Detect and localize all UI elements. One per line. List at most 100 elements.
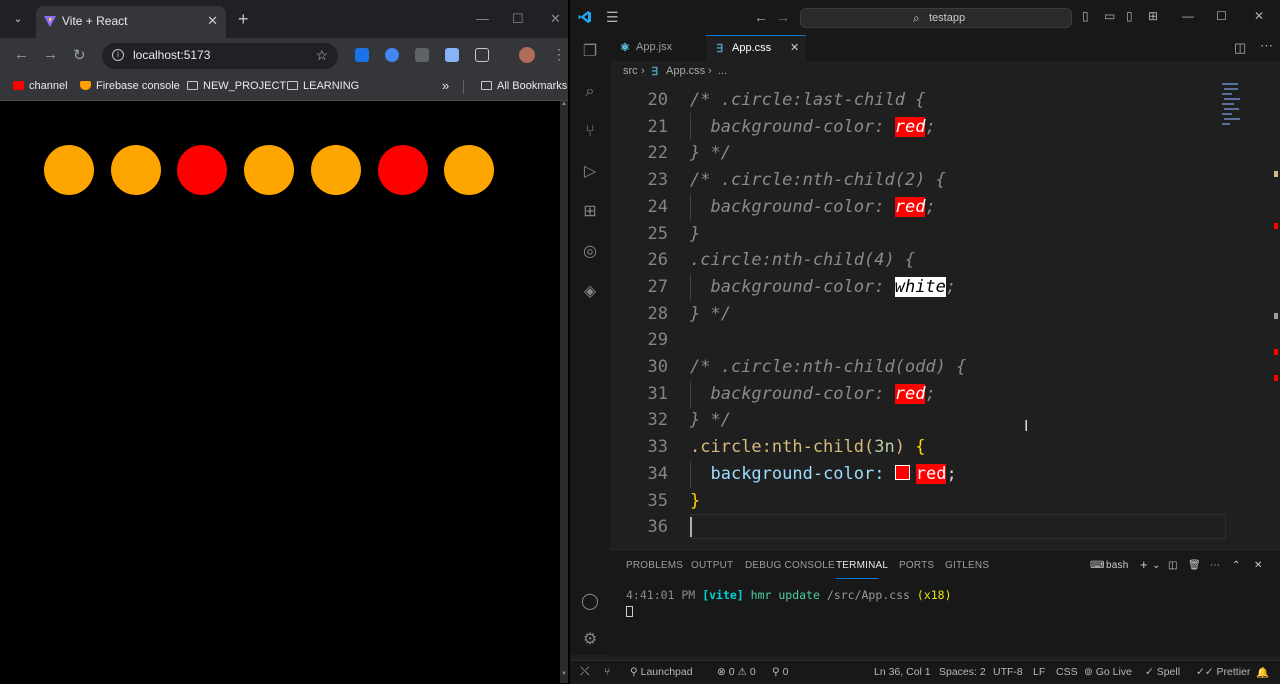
- chevron-down-icon[interactable]: ⌄: [1152, 560, 1161, 571]
- code-line[interactable]: 32} */: [610, 407, 1230, 434]
- code-line[interactable]: 25}: [610, 221, 1230, 248]
- tab-debug-console[interactable]: DEBUG CONSOLE: [745, 560, 835, 571]
- minimize-icon[interactable]: —: [476, 11, 489, 26]
- customize-layout-icon[interactable]: ⊞: [1148, 9, 1158, 23]
- command-center-search[interactable]: ⌕ testapp: [800, 8, 1072, 28]
- search-icon[interactable]: ⌕: [580, 82, 600, 102]
- tab-search-button[interactable]: ⌄: [8, 9, 28, 29]
- ports-status[interactable]: ⚲ 0: [772, 666, 788, 678]
- source-control-icon[interactable]: ⑂: [580, 122, 600, 142]
- run-debug-icon[interactable]: ▷: [580, 162, 600, 182]
- page-scrollbar[interactable]: ▲ ▼: [560, 101, 568, 683]
- tab-terminal[interactable]: TERMINAL: [836, 560, 888, 571]
- new-terminal-icon[interactable]: +: [1140, 557, 1148, 572]
- extensions-puzzle-icon[interactable]: [475, 48, 489, 62]
- account-icon[interactable]: ◯: [580, 592, 600, 612]
- notifications-bell-icon[interactable]: 🔔: [1256, 666, 1269, 679]
- breadcrumb-file[interactable]: App.css: [666, 65, 705, 77]
- more-bookmarks-icon[interactable]: »: [442, 78, 449, 93]
- new-tab-button[interactable]: +: [238, 9, 249, 29]
- toggle-sidebar-icon[interactable]: ▯: [1082, 9, 1089, 23]
- bookmark-learning[interactable]: LEARNING: [287, 80, 359, 92]
- scroll-down-icon[interactable]: ▼: [560, 671, 568, 679]
- eol-status[interactable]: LF: [1033, 666, 1045, 678]
- scroll-up-icon[interactable]: ▲: [560, 101, 568, 109]
- code-line[interactable]: 30 /* .circle:nth-child(odd) {: [610, 354, 1230, 381]
- problems-status[interactable]: ⊗ 0 ⚠ 0: [717, 666, 756, 678]
- split-terminal-icon[interactable]: ◫: [1168, 560, 1178, 571]
- code-line[interactable]: 35}: [610, 488, 1230, 515]
- minimize-icon[interactable]: —: [1182, 9, 1194, 23]
- extensions-icon[interactable]: ⊞: [580, 202, 600, 222]
- reload-icon[interactable]: ↻: [73, 46, 86, 64]
- tab-app-css[interactable]: ∃ App.css ✕: [706, 35, 806, 61]
- git-graph-icon[interactable]: ⑂: [604, 666, 610, 678]
- more-actions-icon[interactable]: ⋯: [1210, 560, 1220, 571]
- forward-icon[interactable]: →: [43, 46, 58, 63]
- avatar[interactable]: [519, 47, 535, 63]
- address-bar[interactable]: i localhost:5173 ☆: [102, 43, 338, 69]
- split-editor-icon[interactable]: ◫: [1234, 40, 1246, 56]
- close-icon[interactable]: ✕: [790, 41, 799, 54]
- extension-icon[interactable]: [385, 48, 399, 62]
- code-line[interactable]: 27 background-color: white;: [610, 274, 1230, 301]
- code-line[interactable]: 28} */: [610, 301, 1230, 328]
- all-bookmarks[interactable]: All Bookmarks: [481, 80, 567, 92]
- bookmark-star-icon[interactable]: ☆: [315, 47, 328, 64]
- code-line[interactable]: 31 background-color: red;: [610, 381, 1230, 408]
- close-icon[interactable]: ✕: [207, 13, 218, 29]
- toggle-secondary-sidebar-icon[interactable]: ▯: [1126, 9, 1133, 23]
- code-line[interactable]: 22} */: [610, 140, 1230, 167]
- tab-app-jsx[interactable]: ⚛ App.jsx: [610, 35, 706, 61]
- tab-ports[interactable]: PORTS: [899, 560, 934, 571]
- maximize-icon[interactable]: ☐: [1216, 9, 1227, 23]
- close-window-icon[interactable]: ✕: [550, 11, 561, 27]
- maximize-icon[interactable]: ☐: [512, 11, 524, 27]
- code-line[interactable]: 36: [610, 514, 1230, 541]
- breadcrumb-src[interactable]: src: [623, 65, 638, 77]
- code-line[interactable]: 24 background-color: red;: [610, 194, 1230, 221]
- go-live-button[interactable]: ⊚ Go Live: [1084, 666, 1132, 678]
- chevron-up-icon[interactable]: ⌃: [1232, 560, 1241, 571]
- more-actions-icon[interactable]: ⋯: [1260, 38, 1273, 54]
- editor-scrollbar[interactable]: [1270, 83, 1280, 549]
- terminal-output[interactable]: 4:41:01 PM [vite] hmr update /src/App.cs…: [626, 588, 952, 602]
- code-line[interactable]: 21 background-color: red;: [610, 114, 1230, 141]
- encoding-status[interactable]: UTF-8: [993, 666, 1023, 678]
- close-panel-icon[interactable]: ✕: [1254, 560, 1263, 571]
- trash-icon[interactable]: 🗑: [1188, 560, 1201, 571]
- nav-forward-icon[interactable]: →: [776, 9, 790, 25]
- menu-kebab-icon[interactable]: ⋮: [552, 46, 566, 63]
- explorer-icon[interactable]: ❐: [580, 42, 600, 62]
- code-editor[interactable]: 20 /* .circle:last-child {21 background-c…: [610, 83, 1280, 549]
- nav-back-icon[interactable]: ←: [754, 9, 768, 25]
- gitlens-icon[interactable]: ◈: [580, 282, 600, 302]
- indentation-status[interactable]: Spaces: 2: [939, 666, 986, 678]
- settings-gear-icon[interactable]: ⚙: [580, 630, 600, 650]
- color-swatch[interactable]: [894, 464, 910, 480]
- code-line[interactable]: 29: [610, 327, 1230, 354]
- camera-extension-icon[interactable]: [415, 48, 429, 62]
- tab-gitlens[interactable]: GITLENS: [945, 560, 989, 571]
- breadcrumb-symbol[interactable]: ...: [718, 65, 727, 77]
- close-window-icon[interactable]: ✕: [1254, 9, 1264, 23]
- browser-tab-active[interactable]: Vite + React ✕: [36, 6, 226, 38]
- language-mode[interactable]: CSS: [1056, 666, 1078, 678]
- tab-problems[interactable]: PROBLEMS: [626, 560, 683, 571]
- menu-icon[interactable]: ☰: [606, 9, 619, 26]
- terminal-shell-selector[interactable]: bash: [1106, 560, 1129, 571]
- extension-icon[interactable]: [445, 48, 459, 62]
- prettier-status[interactable]: ✓✓ Prettier: [1196, 666, 1250, 678]
- code-line[interactable]: 34 background-color: red;: [610, 461, 1230, 488]
- code-line[interactable]: 23 /* .circle:nth-child(2) {: [610, 167, 1230, 194]
- launchpad-status[interactable]: ⚲ Launchpad: [630, 666, 693, 678]
- bookmark-new-project[interactable]: NEW_PROJECT: [187, 80, 286, 92]
- bookmark-firebase[interactable]: Firebase console: [80, 80, 180, 92]
- site-info-icon[interactable]: i: [112, 49, 124, 61]
- back-icon[interactable]: ←: [14, 46, 29, 63]
- cursor-position[interactable]: Ln 36, Col 1: [874, 666, 931, 678]
- code-line[interactable]: 20 /* .circle:last-child {: [610, 87, 1230, 114]
- code-line[interactable]: 33 .circle:nth-child(3n) {: [610, 434, 1230, 461]
- bookmark-channel[interactable]: channel: [13, 80, 68, 92]
- remote-icon[interactable]: ⤬: [580, 664, 590, 679]
